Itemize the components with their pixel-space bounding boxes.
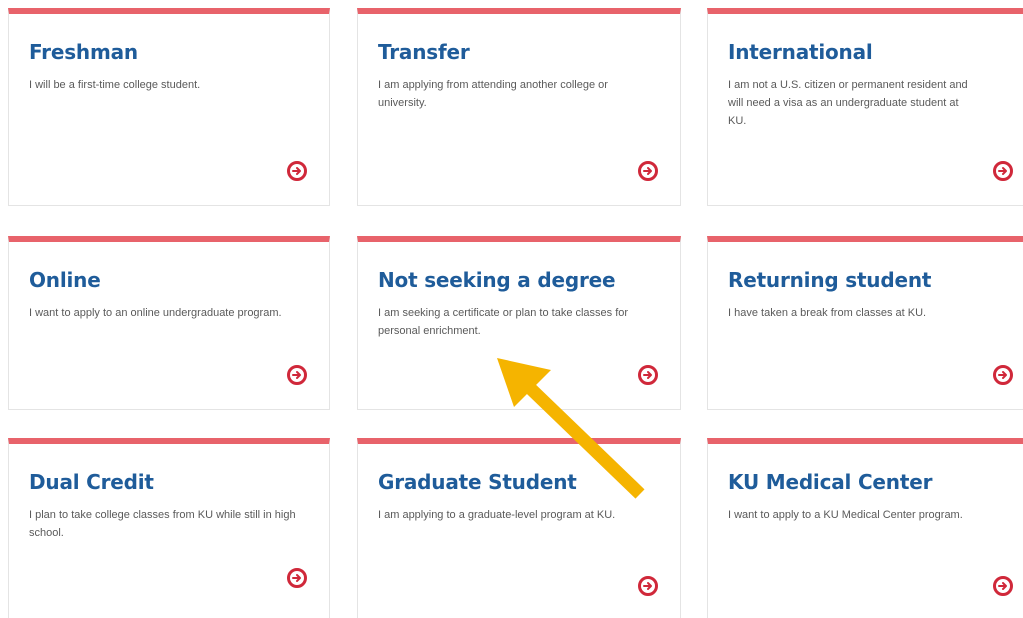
- circled-arrow-right-icon[interactable]: [993, 365, 1013, 385]
- card-international[interactable]: International I am not a U.S. citizen or…: [707, 8, 1023, 206]
- card-title: Freshman: [29, 40, 138, 64]
- card-description: I am applying to a graduate-level progra…: [378, 509, 616, 521]
- card-description: I am not a U.S. citizen or permanent res…: [728, 79, 968, 127]
- card-returning-student[interactable]: Returning student I have taken a break f…: [707, 236, 1023, 410]
- card-description: I will be a first-time college student.: [29, 79, 201, 91]
- card-description: I plan to take college classes from KU w…: [29, 509, 296, 539]
- card-transfer[interactable]: Transfer I am applying from attending an…: [357, 8, 681, 206]
- card-title: Returning student: [728, 268, 932, 292]
- card-dual-credit[interactable]: Dual Credit I plan to take college class…: [8, 438, 330, 618]
- card-title: Not seeking a degree: [378, 268, 616, 292]
- circled-arrow-right-icon[interactable]: [993, 576, 1013, 596]
- card-title: Dual Credit: [29, 470, 154, 494]
- circled-arrow-right-icon[interactable]: [287, 365, 307, 385]
- card-graduate-student[interactable]: Graduate Student I am applying to a grad…: [357, 438, 681, 618]
- circled-arrow-right-icon[interactable]: [638, 161, 658, 181]
- card-not-seeking-a-degree[interactable]: Not seeking a degree I am seeking a cert…: [357, 236, 681, 410]
- circled-arrow-right-icon[interactable]: [638, 365, 658, 385]
- card-description: I want to apply to a KU Medical Center p…: [728, 509, 963, 521]
- circled-arrow-right-icon[interactable]: [993, 161, 1013, 181]
- card-description: I am seeking a certificate or plan to ta…: [378, 307, 629, 337]
- card-description: I want to apply to an online undergradua…: [29, 307, 282, 319]
- applicant-type-grid: Freshman I will be a first-time college …: [0, 0, 1023, 618]
- card-title: International: [728, 40, 873, 64]
- card-ku-medical-center[interactable]: KU Medical Center I want to apply to a K…: [707, 438, 1023, 618]
- card-title: Online: [29, 268, 101, 292]
- circled-arrow-right-icon[interactable]: [287, 161, 307, 181]
- card-description: I have taken a break from classes at KU.: [728, 307, 927, 319]
- card-online[interactable]: Online I want to apply to an online unde…: [8, 236, 330, 410]
- card-description: I am applying from attending another col…: [378, 79, 608, 109]
- circled-arrow-right-icon[interactable]: [287, 568, 307, 588]
- circled-arrow-right-icon[interactable]: [638, 576, 658, 596]
- card-title: Transfer: [378, 40, 470, 64]
- card-title: KU Medical Center: [728, 470, 933, 494]
- card-title: Graduate Student: [378, 470, 577, 494]
- card-freshman[interactable]: Freshman I will be a first-time college …: [8, 8, 330, 206]
